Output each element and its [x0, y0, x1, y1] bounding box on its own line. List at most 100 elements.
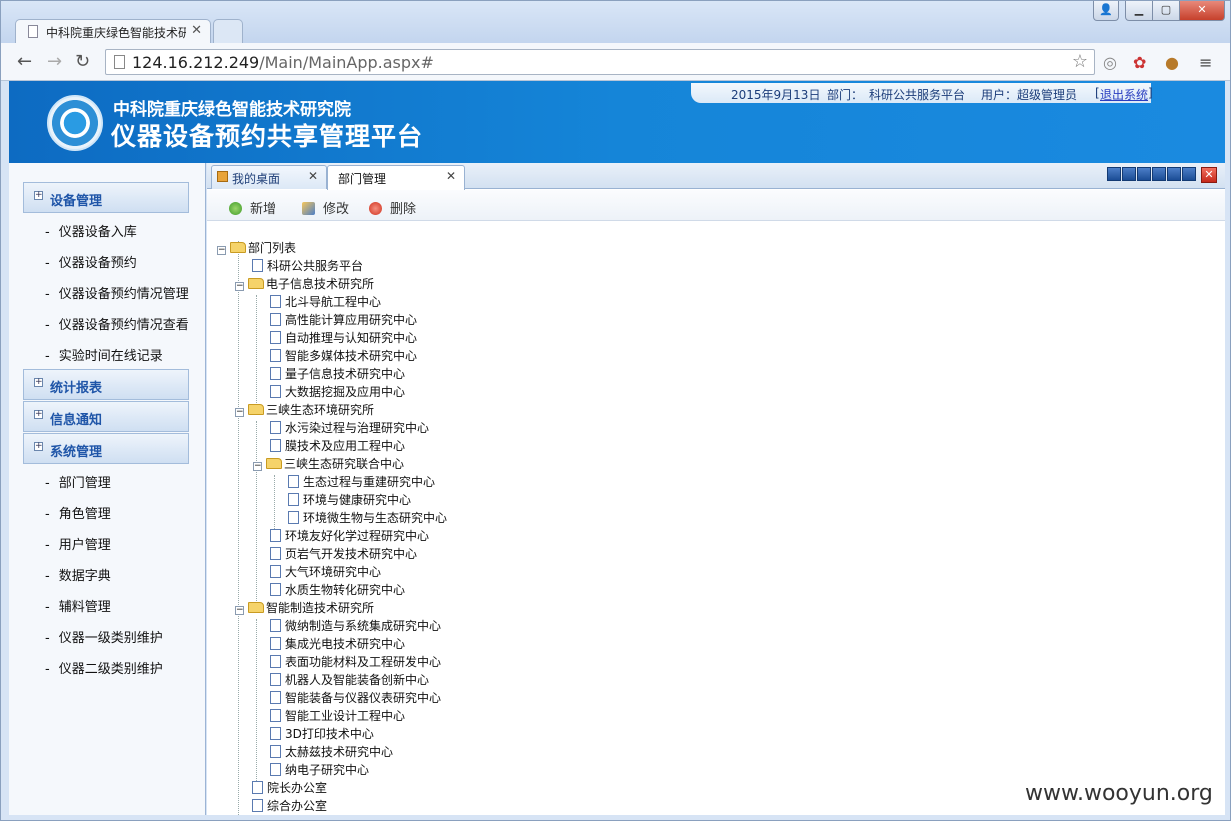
tree-node[interactable]: 纳电子研究中心	[270, 761, 369, 779]
tree-node-label: 自动推理与认知研究中心	[285, 331, 418, 345]
tree-node[interactable]: 3D打印技术中心	[270, 725, 374, 743]
close-window-button[interactable]: ✕	[1179, 1, 1225, 21]
address-bar[interactable]: 124.16.212.249/Main/MainApp.aspx# ☆	[105, 49, 1095, 75]
tree-node[interactable]: 院长办公室	[252, 779, 327, 797]
tree-node[interactable]: 太赫兹技术研究中心	[270, 743, 393, 761]
delete-button[interactable]: 删除	[369, 198, 416, 217]
collapse-icon[interactable]: −	[253, 462, 262, 471]
tree-node[interactable]: 集成光电技术研究中心	[270, 635, 405, 653]
tree-node[interactable]: 水污染过程与治理研究中心	[270, 419, 429, 437]
menu-item-material[interactable]: 辅料管理	[45, 596, 111, 615]
tree-node[interactable]: − 智能制造技术研究所	[235, 599, 374, 617]
tree-node[interactable]: 北斗导航工程中心	[270, 293, 381, 311]
tab-dept-manage[interactable]: 部门管理 ✕	[327, 165, 465, 190]
url-path: /Main/MainApp.aspx#	[259, 53, 434, 72]
menu-group-system[interactable]: + 系统管理	[23, 433, 189, 464]
minimize-button[interactable]: ▁	[1125, 1, 1153, 21]
document-icon	[270, 619, 281, 632]
lock-icon[interactable]	[1122, 167, 1136, 181]
close-icon[interactable]: ✕	[446, 169, 456, 183]
tree-node[interactable]: 环境微生物与生态研究中心	[288, 509, 447, 527]
tree-node[interactable]: 表面功能材料及工程研发中心	[270, 653, 441, 671]
star-icon[interactable]: ☆	[1072, 51, 1088, 72]
tree-node[interactable]: 智能工业设计工程中心	[270, 707, 405, 725]
close-all-icon[interactable]: ✕	[1201, 167, 1217, 183]
menu-icon[interactable]: ≡	[1199, 53, 1212, 72]
maximize-button[interactable]: ▢	[1152, 1, 1180, 21]
menu-item-exp-time[interactable]: 实验时间在线记录	[45, 345, 163, 364]
tree-node[interactable]: 环境友好化学过程研究中心	[270, 527, 429, 545]
menu-item-cat1[interactable]: 仪器一级类别维护	[45, 627, 163, 646]
tree-node[interactable]: 生态过程与重建研究中心	[288, 473, 435, 491]
menu-group-notice[interactable]: + 信息通知	[23, 401, 189, 432]
tree-node[interactable]: 科研公共服务平台	[252, 257, 363, 275]
close-tab-icon[interactable]: ✕	[191, 23, 202, 38]
browser-tab[interactable]: 中科院重庆绿色智能技术研 ✕	[15, 19, 211, 43]
menu-group-stats[interactable]: + 统计报表	[23, 369, 189, 400]
tree-node-label: 智能工业设计工程中心	[285, 709, 406, 723]
menu-item-book-manage[interactable]: 仪器设备预约情况管理	[45, 283, 189, 302]
back-arrow-icon[interactable]: ←	[17, 51, 32, 72]
prev-icon[interactable]	[1152, 167, 1166, 181]
menu-item-device-in[interactable]: 仪器设备入库	[45, 221, 137, 240]
document-icon	[270, 727, 281, 740]
collapse-icon[interactable]: −	[217, 246, 226, 255]
tree-node[interactable]: 大数据挖掘及应用中心	[270, 383, 405, 401]
collapse-icon[interactable]: −	[235, 282, 244, 291]
tree-node[interactable]: 智能装备与仪器仪表研究中心	[270, 689, 441, 707]
forward-arrow-icon[interactable]: →	[47, 51, 62, 72]
refresh-icon[interactable]	[1137, 167, 1151, 181]
dropdown-icon[interactable]	[1107, 167, 1121, 181]
menu-item-cat2[interactable]: 仪器二级类别维护	[45, 658, 163, 677]
tree-node-root[interactable]: − 部门列表	[217, 239, 296, 257]
cookie-icon[interactable]: ●	[1165, 53, 1179, 72]
collapse-icon[interactable]: −	[235, 408, 244, 417]
tree-node[interactable]: 综合办公室	[252, 797, 327, 815]
extension-ring-icon[interactable]: ◎	[1103, 53, 1117, 72]
logout-link[interactable]: 退出系统	[1100, 86, 1148, 103]
menu-item-device-book[interactable]: 仪器设备预约	[45, 252, 137, 271]
tree-node[interactable]: 量子信息技术研究中心	[270, 365, 405, 383]
edit-button[interactable]: 修改	[302, 198, 349, 217]
next-icon[interactable]	[1167, 167, 1181, 181]
last-icon[interactable]	[1182, 167, 1196, 181]
tree-node[interactable]: 微纳制造与系统集成研究中心	[270, 617, 441, 635]
action-toolbar: 新增 修改 删除	[207, 190, 1225, 221]
tree-node[interactable]: − 三峡生态环境研究所	[235, 401, 374, 419]
delete-label: 删除	[390, 202, 417, 217]
tree-node[interactable]: 环境与健康研究中心	[288, 491, 411, 509]
extension-badge-icon[interactable]: ✿	[1133, 53, 1146, 72]
tree-node[interactable]: 膜技术及应用工程中心	[270, 437, 405, 455]
document-icon	[270, 709, 281, 722]
add-button[interactable]: 新增	[229, 198, 276, 217]
tree-node-label: 大气环境研究中心	[285, 565, 382, 579]
tree-node[interactable]: − 三峡生态研究联合中心	[253, 455, 404, 473]
tree-node[interactable]: 自动推理与认知研究中心	[270, 329, 417, 347]
document-icon	[270, 565, 281, 578]
tree-node[interactable]: 大气环境研究中心	[270, 563, 381, 581]
menu-item-dict[interactable]: 数据字典	[45, 565, 111, 584]
menu-group-device[interactable]: + 设备管理	[23, 182, 189, 213]
tree-node[interactable]: 水质生物转化研究中心	[270, 581, 405, 599]
tree-node[interactable]: 页岩气开发技术研究中心	[270, 545, 417, 563]
tree-node[interactable]: 机器人及智能装备创新中心	[270, 671, 429, 689]
tree-node[interactable]: − 电子信息技术研究所	[235, 275, 374, 293]
tree-node[interactable]: 智能多媒体技术研究中心	[270, 347, 417, 365]
tab-desktop[interactable]: 我的桌面 ✕	[211, 165, 327, 189]
watermark: www.wooyun.org	[1025, 781, 1213, 806]
document-icon	[270, 655, 281, 668]
document-icon	[270, 295, 281, 308]
menu-item-dept[interactable]: 部门管理	[45, 472, 111, 491]
menu-item-book-view[interactable]: 仪器设备预约情况查看	[45, 314, 189, 333]
tree-node-label: 三峡生态环境研究所	[266, 403, 375, 417]
tree-node[interactable]: 高性能计算应用研究中心	[270, 311, 417, 329]
user-icon[interactable]: 👤	[1093, 1, 1119, 21]
collapse-icon[interactable]: −	[235, 606, 244, 615]
app-header: 中科院重庆绿色智能技术研究院 仪器设备预约共享管理平台 2015年9月13日 部…	[9, 81, 1225, 163]
new-tab-button[interactable]	[213, 19, 243, 43]
reload-icon[interactable]: ↻	[75, 51, 90, 72]
menu-item-user[interactable]: 用户管理	[45, 534, 111, 553]
menu-item-role[interactable]: 角色管理	[45, 503, 111, 522]
close-icon[interactable]: ✕	[308, 169, 318, 183]
dept-label: 部门：	[827, 88, 864, 102]
